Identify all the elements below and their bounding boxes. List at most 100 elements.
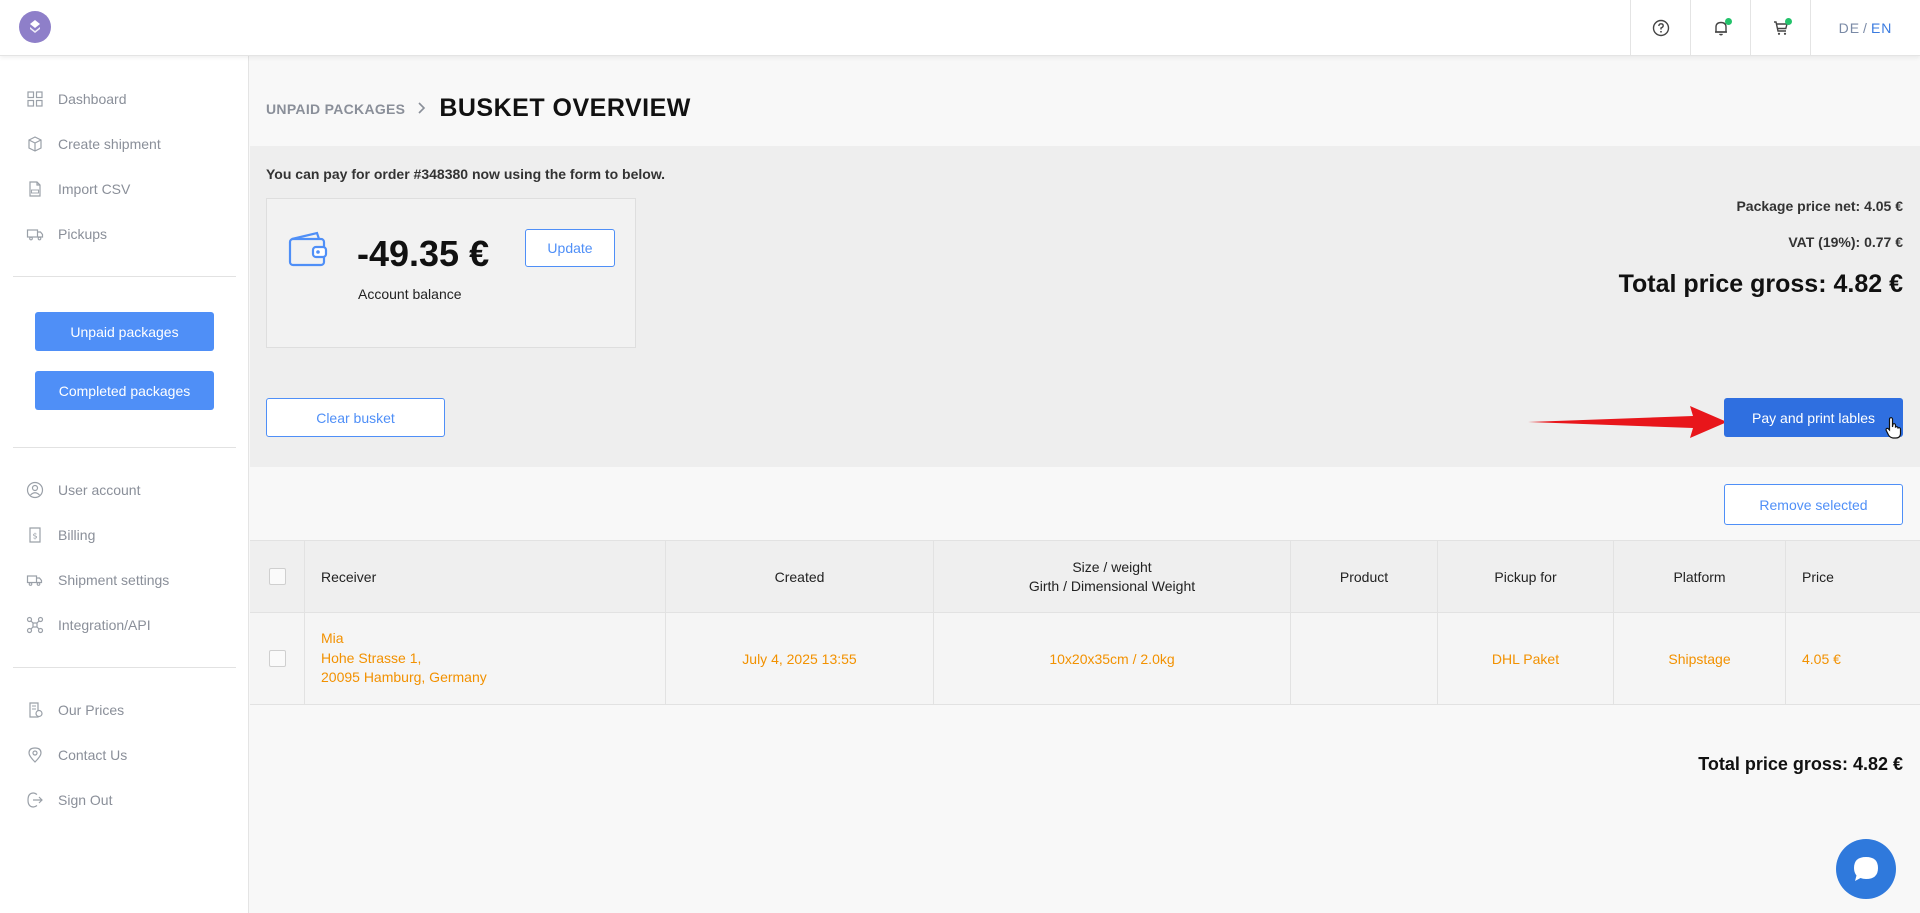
- sidebar-divider: [13, 667, 236, 668]
- help-icon: [1652, 19, 1669, 37]
- sidebar-item-our-prices[interactable]: Our Prices: [26, 700, 124, 720]
- sidebar-item-pickups[interactable]: Pickups: [26, 224, 107, 244]
- topbar-actions: DE / EN: [1630, 0, 1920, 56]
- sidebar-item-label: Create shipment: [58, 136, 161, 152]
- main-content: UNPAID PACKAGES BUSKET OVERVIEW You can …: [250, 56, 1920, 913]
- update-button[interactable]: Update: [525, 229, 615, 267]
- header-size-weight[interactable]: Size / weight Girth / Dimensional Weight: [933, 541, 1290, 612]
- balance-card: -49.35 € Account balance Update: [266, 198, 636, 348]
- cell-size-weight: 10x20x35cm / 2.0kg: [933, 613, 1290, 704]
- red-arrow-icon: [1528, 402, 1728, 445]
- sidebar-item-label: Billing: [58, 527, 96, 543]
- cart-dot: [1785, 18, 1792, 25]
- breadcrumb: UNPAID PACKAGES BUSKET OVERVIEW: [266, 94, 691, 123]
- sidebar-item-label: Contact Us: [58, 747, 128, 763]
- dashboard-icon: [26, 90, 44, 108]
- lang-en[interactable]: EN: [1871, 20, 1892, 36]
- payment-panel: You can pay for order #348380 now using …: [250, 146, 1920, 467]
- svg-text:$: $: [32, 532, 37, 541]
- page-title: BUSKET OVERVIEW: [439, 94, 691, 122]
- cell-price: 4.05 €: [1785, 613, 1920, 704]
- header-size-line2: Girth / Dimensional Weight: [1028, 577, 1196, 594]
- header-platform[interactable]: Platform: [1613, 541, 1785, 612]
- header-product[interactable]: Product: [1290, 541, 1437, 612]
- breadcrumb-parent[interactable]: UNPAID PACKAGES: [266, 101, 405, 117]
- payment-note: You can pay for order #348380 now using …: [266, 166, 666, 182]
- sidebar-item-user-account[interactable]: User account: [26, 480, 140, 500]
- header-pickup-for[interactable]: Pickup for: [1437, 541, 1613, 612]
- lang-de[interactable]: DE: [1839, 20, 1860, 36]
- clear-basket-button[interactable]: Clear busket: [266, 398, 445, 437]
- sidebar-item-billing[interactable]: $ Billing: [26, 525, 95, 545]
- top-bar: DE / EN: [0, 0, 1920, 56]
- integration-icon: [26, 616, 44, 634]
- cell-receiver: Mia Hohe Strasse 1, 20095 Hamburg, Germa…: [304, 613, 665, 704]
- sidebar-item-label: Sign Out: [58, 792, 113, 808]
- table-row[interactable]: Mia Hohe Strasse 1, 20095 Hamburg, Germa…: [250, 613, 1920, 705]
- cell-platform: Shipstage: [1613, 613, 1785, 704]
- sidebar-item-label: User account: [58, 482, 141, 498]
- remove-selected-button[interactable]: Remove selected: [1724, 484, 1903, 525]
- prices-icon: [26, 701, 44, 719]
- row-checkbox[interactable]: [268, 650, 286, 667]
- header-receiver[interactable]: Receiver: [304, 541, 665, 612]
- box-icon: [26, 135, 44, 153]
- table-header: Receiver Created Size / weight Girth / D…: [250, 540, 1920, 613]
- sidebar-item-integration-api[interactable]: Integration/API: [26, 615, 151, 635]
- sidebar-divider: [13, 276, 236, 277]
- cell-pickup-for: DHL Paket: [1437, 613, 1613, 704]
- sidebar-item-label: Our Prices: [58, 702, 125, 718]
- notification-dot: [1725, 18, 1732, 25]
- sidebar-item-label: Pickups: [58, 226, 108, 242]
- wallet-icon: [287, 231, 329, 270]
- sidebar-item-label: Dashboard: [58, 91, 127, 107]
- shipment-settings-icon: [26, 571, 44, 589]
- chat-icon: [1854, 857, 1878, 881]
- header-created[interactable]: Created: [665, 541, 933, 612]
- unpaid-packages-button[interactable]: Unpaid packages: [35, 312, 214, 351]
- balance-amount: -49.35 €: [357, 233, 490, 274]
- sidebar-item-label: Integration/API: [58, 617, 151, 633]
- truck-icon: [26, 225, 44, 243]
- cell-created: July 4, 2025 13:55: [665, 613, 933, 704]
- cart-button[interactable]: [1750, 0, 1810, 56]
- sidebar-divider: [13, 447, 236, 448]
- chat-button[interactable]: [1836, 839, 1896, 899]
- sign-out-icon: [26, 791, 44, 809]
- language-switch: DE / EN: [1810, 0, 1920, 56]
- receiver-street: Hohe Strasse 1,: [321, 649, 422, 666]
- header-price[interactable]: Price: [1785, 541, 1920, 612]
- user-icon: [26, 481, 44, 499]
- sidebar-item-sign-out[interactable]: Sign Out: [26, 790, 112, 810]
- sidebar-item-contact-us[interactable]: Contact Us: [26, 745, 127, 765]
- sidebar: Dashboard Create shipment Import CSV Pic…: [0, 56, 249, 913]
- header-size-line1: Size / weight: [1072, 558, 1152, 575]
- hand-cursor-icon: [1884, 416, 1904, 443]
- sidebar-item-shipment-settings[interactable]: Shipment settings: [26, 570, 169, 590]
- cell-product: [1290, 613, 1437, 704]
- csv-file-icon: [26, 180, 44, 198]
- completed-packages-button[interactable]: Completed packages: [35, 371, 214, 410]
- location-pin-icon: [26, 746, 44, 764]
- receiver-city: 20095 Hamburg, Germany: [321, 669, 487, 686]
- bottom-total-price: Total price gross: 4.82 €: [1698, 754, 1903, 774]
- billing-icon: $: [26, 526, 44, 544]
- logo-icon[interactable]: [19, 11, 51, 43]
- sidebar-item-import-csv[interactable]: Import CSV: [26, 179, 130, 199]
- vat-amount: VAT (19%): 0.77 €: [1788, 234, 1903, 250]
- pay-and-print-labels-button[interactable]: Pay and print lables: [1724, 398, 1903, 437]
- lang-separator: /: [1863, 20, 1868, 36]
- row-select-cell: [250, 613, 304, 704]
- sidebar-item-label: Import CSV: [58, 181, 131, 197]
- select-all-checkbox[interactable]: [268, 568, 286, 585]
- header-select-cell: [250, 541, 304, 612]
- help-button[interactable]: [1630, 0, 1690, 56]
- receiver-name: Mia: [321, 630, 344, 647]
- sidebar-item-create-shipment[interactable]: Create shipment: [26, 134, 161, 154]
- sidebar-item-dashboard[interactable]: Dashboard: [26, 89, 127, 109]
- notifications-button[interactable]: [1690, 0, 1750, 56]
- sidebar-item-label: Shipment settings: [58, 572, 170, 588]
- package-price-net: Package price net: 4.05 €: [1736, 198, 1903, 214]
- total-price-gross: Total price gross: 4.82 €: [1618, 270, 1903, 298]
- balance-label: Account balance: [358, 286, 462, 302]
